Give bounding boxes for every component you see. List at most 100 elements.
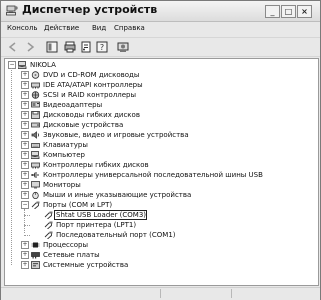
menu-console[interactable]: Консоль bbox=[7, 24, 38, 32]
expand-plus-icon[interactable]: + bbox=[21, 101, 29, 109]
cdrom-icon bbox=[31, 71, 40, 79]
tree-category[interactable]: + Дисководы гибких дисков bbox=[5, 110, 316, 120]
tree-item-label: Звуковые, видео и игровые устройства bbox=[43, 131, 189, 139]
controller-icon bbox=[31, 161, 40, 169]
tree-category[interactable]: + Мыши и иные указывающие устройства bbox=[5, 190, 316, 200]
expand-plus-icon[interactable]: + bbox=[21, 141, 29, 149]
tree-category[interactable]: + IDE ATA/ATAPI контроллеры bbox=[5, 80, 316, 90]
tree-item-label: Системные устройства bbox=[43, 261, 129, 269]
expand-plus-icon[interactable]: + bbox=[21, 81, 29, 89]
help-icon[interactable]: ? bbox=[96, 41, 108, 53]
tree-device[interactable]: Shtat USB Loader (COM3) bbox=[5, 210, 316, 220]
tree-item-label: Порт принтера (LPT1) bbox=[56, 221, 137, 229]
device-manager-window: Диспетчер устройств _ □ × Консоль Действ… bbox=[0, 0, 321, 300]
computer-icon bbox=[30, 151, 40, 160]
expand-plus-icon[interactable]: + bbox=[21, 121, 29, 129]
tree-guide-line bbox=[11, 68, 12, 265]
controller-icon bbox=[31, 81, 40, 89]
status-separator bbox=[231, 289, 232, 298]
expand-plus-icon[interactable]: + bbox=[21, 131, 29, 139]
tree-category[interactable]: + Звуковые, видео и игровые устройства bbox=[5, 130, 316, 140]
tree-item-label: NIKOLA bbox=[30, 61, 56, 69]
menu-view[interactable]: Вид bbox=[92, 24, 106, 32]
tree-category[interactable]: + DVD и CD-ROM дисководы bbox=[5, 70, 316, 80]
tree-root-computer[interactable]: − NIKOLA bbox=[5, 60, 316, 70]
expand-plus-icon[interactable]: + bbox=[21, 91, 29, 99]
port-icon bbox=[44, 211, 53, 220]
selection-highlight bbox=[54, 210, 147, 220]
tree-connector bbox=[24, 235, 30, 236]
port-icon bbox=[44, 221, 53, 230]
tree-item-label: Контроллеры универсальной последовательн… bbox=[43, 171, 263, 179]
tree-item-label: Дисковые устройства bbox=[43, 121, 124, 129]
tree-category[interactable]: + Контроллеры универсальной последователь… bbox=[5, 170, 316, 180]
tree-item-label: Мыши и иные указывающие устройства bbox=[43, 191, 192, 199]
expand-plus-icon[interactable]: + bbox=[21, 111, 29, 119]
tree-item-label: DVD и CD-ROM дисководы bbox=[43, 71, 140, 79]
tree-item-label: Процессоры bbox=[43, 241, 89, 249]
tree-category[interactable]: + Сетевые платы bbox=[5, 250, 316, 260]
menu-help[interactable]: Справка bbox=[114, 24, 145, 32]
expand-plus-icon[interactable]: + bbox=[21, 191, 29, 199]
device-manager-icon bbox=[6, 5, 18, 16]
system-icon bbox=[31, 261, 40, 269]
status-bar bbox=[1, 287, 320, 300]
display-adapter-icon bbox=[31, 101, 40, 109]
expand-plus-icon[interactable]: + bbox=[21, 181, 29, 189]
show-hide-tree-icon[interactable] bbox=[46, 41, 58, 53]
status-separator bbox=[160, 289, 161, 298]
expand-plus-icon[interactable]: + bbox=[21, 171, 29, 179]
scan-hardware-icon[interactable] bbox=[117, 41, 129, 53]
tree-item-label: Контроллеры гибких дисков bbox=[43, 161, 149, 169]
tree-category[interactable]: + Системные устройства bbox=[5, 260, 316, 270]
computer-icon bbox=[17, 61, 27, 70]
tree-guide-line bbox=[24, 209, 25, 233]
menu-bar: Консоль Действие Вид Справка bbox=[1, 23, 320, 35]
tree-category[interactable]: + Контроллеры гибких дисков bbox=[5, 160, 316, 170]
maximize-button[interactable]: □ bbox=[281, 5, 296, 18]
port-icon bbox=[31, 201, 40, 210]
tree-category[interactable]: + Дисковые устройства bbox=[5, 120, 316, 130]
tree-category[interactable]: + Клавиатуры bbox=[5, 140, 316, 150]
svg-text:?: ? bbox=[100, 43, 104, 52]
close-button[interactable]: × bbox=[297, 5, 312, 18]
sound-icon bbox=[31, 131, 40, 139]
print-icon[interactable] bbox=[64, 41, 76, 53]
tree-category[interactable]: − Порты (COM и LPT) bbox=[5, 200, 316, 210]
menu-action[interactable]: Действие bbox=[44, 24, 79, 32]
tree-item-label: Дисководы гибких дисков bbox=[43, 111, 140, 119]
floppy-icon bbox=[31, 111, 40, 119]
tree-item-label: Видеоадаптеры bbox=[43, 101, 103, 109]
collapse-minus-icon[interactable]: − bbox=[8, 61, 16, 69]
expand-plus-icon[interactable]: + bbox=[21, 251, 29, 259]
expand-plus-icon[interactable]: + bbox=[21, 161, 29, 169]
tree-item-label: Последовательный порт (COM1) bbox=[56, 231, 176, 239]
expand-plus-icon[interactable]: + bbox=[21, 261, 29, 269]
minimize-button[interactable]: _ bbox=[265, 5, 280, 18]
tree-category[interactable]: + Процессоры bbox=[5, 240, 316, 250]
mouse-icon bbox=[31, 191, 40, 200]
port-icon bbox=[44, 231, 53, 240]
expand-plus-icon[interactable]: + bbox=[21, 151, 29, 159]
tree-category[interactable]: + SCSI и RAID контроллеры bbox=[5, 90, 316, 100]
window-title: Диспетчер устройств bbox=[22, 3, 158, 16]
tree-device[interactable]: Последовательный порт (COM1) bbox=[5, 230, 316, 240]
tree-item-label: Сетевые платы bbox=[43, 251, 100, 259]
back-icon[interactable] bbox=[7, 41, 19, 53]
expand-plus-icon[interactable]: + bbox=[21, 241, 29, 249]
tree-item-label: Клавиатуры bbox=[43, 141, 88, 149]
monitor-icon bbox=[31, 181, 40, 189]
forward-icon[interactable] bbox=[24, 41, 36, 53]
expand-plus-icon[interactable]: + bbox=[21, 71, 29, 79]
title-bar[interactable]: Диспетчер устройств _ □ × bbox=[1, 1, 320, 22]
tree-item-label: Мониторы bbox=[43, 181, 81, 189]
collapse-minus-icon[interactable]: − bbox=[21, 201, 29, 209]
properties-icon[interactable] bbox=[80, 41, 92, 53]
processor-icon bbox=[31, 241, 40, 249]
device-tree[interactable]: − NIKOLA + DVD и CD-ROM дисководы + IDE ATA/A… bbox=[4, 58, 319, 286]
tree-item-label: IDE ATA/ATAPI контроллеры bbox=[43, 81, 143, 89]
tree-category[interactable]: + Видеоадаптеры bbox=[5, 100, 316, 110]
tree-category[interactable]: + Мониторы bbox=[5, 180, 316, 190]
tree-device[interactable]: Порт принтера (LPT1) bbox=[5, 220, 316, 230]
tree-category[interactable]: + Компьютер bbox=[5, 150, 316, 160]
